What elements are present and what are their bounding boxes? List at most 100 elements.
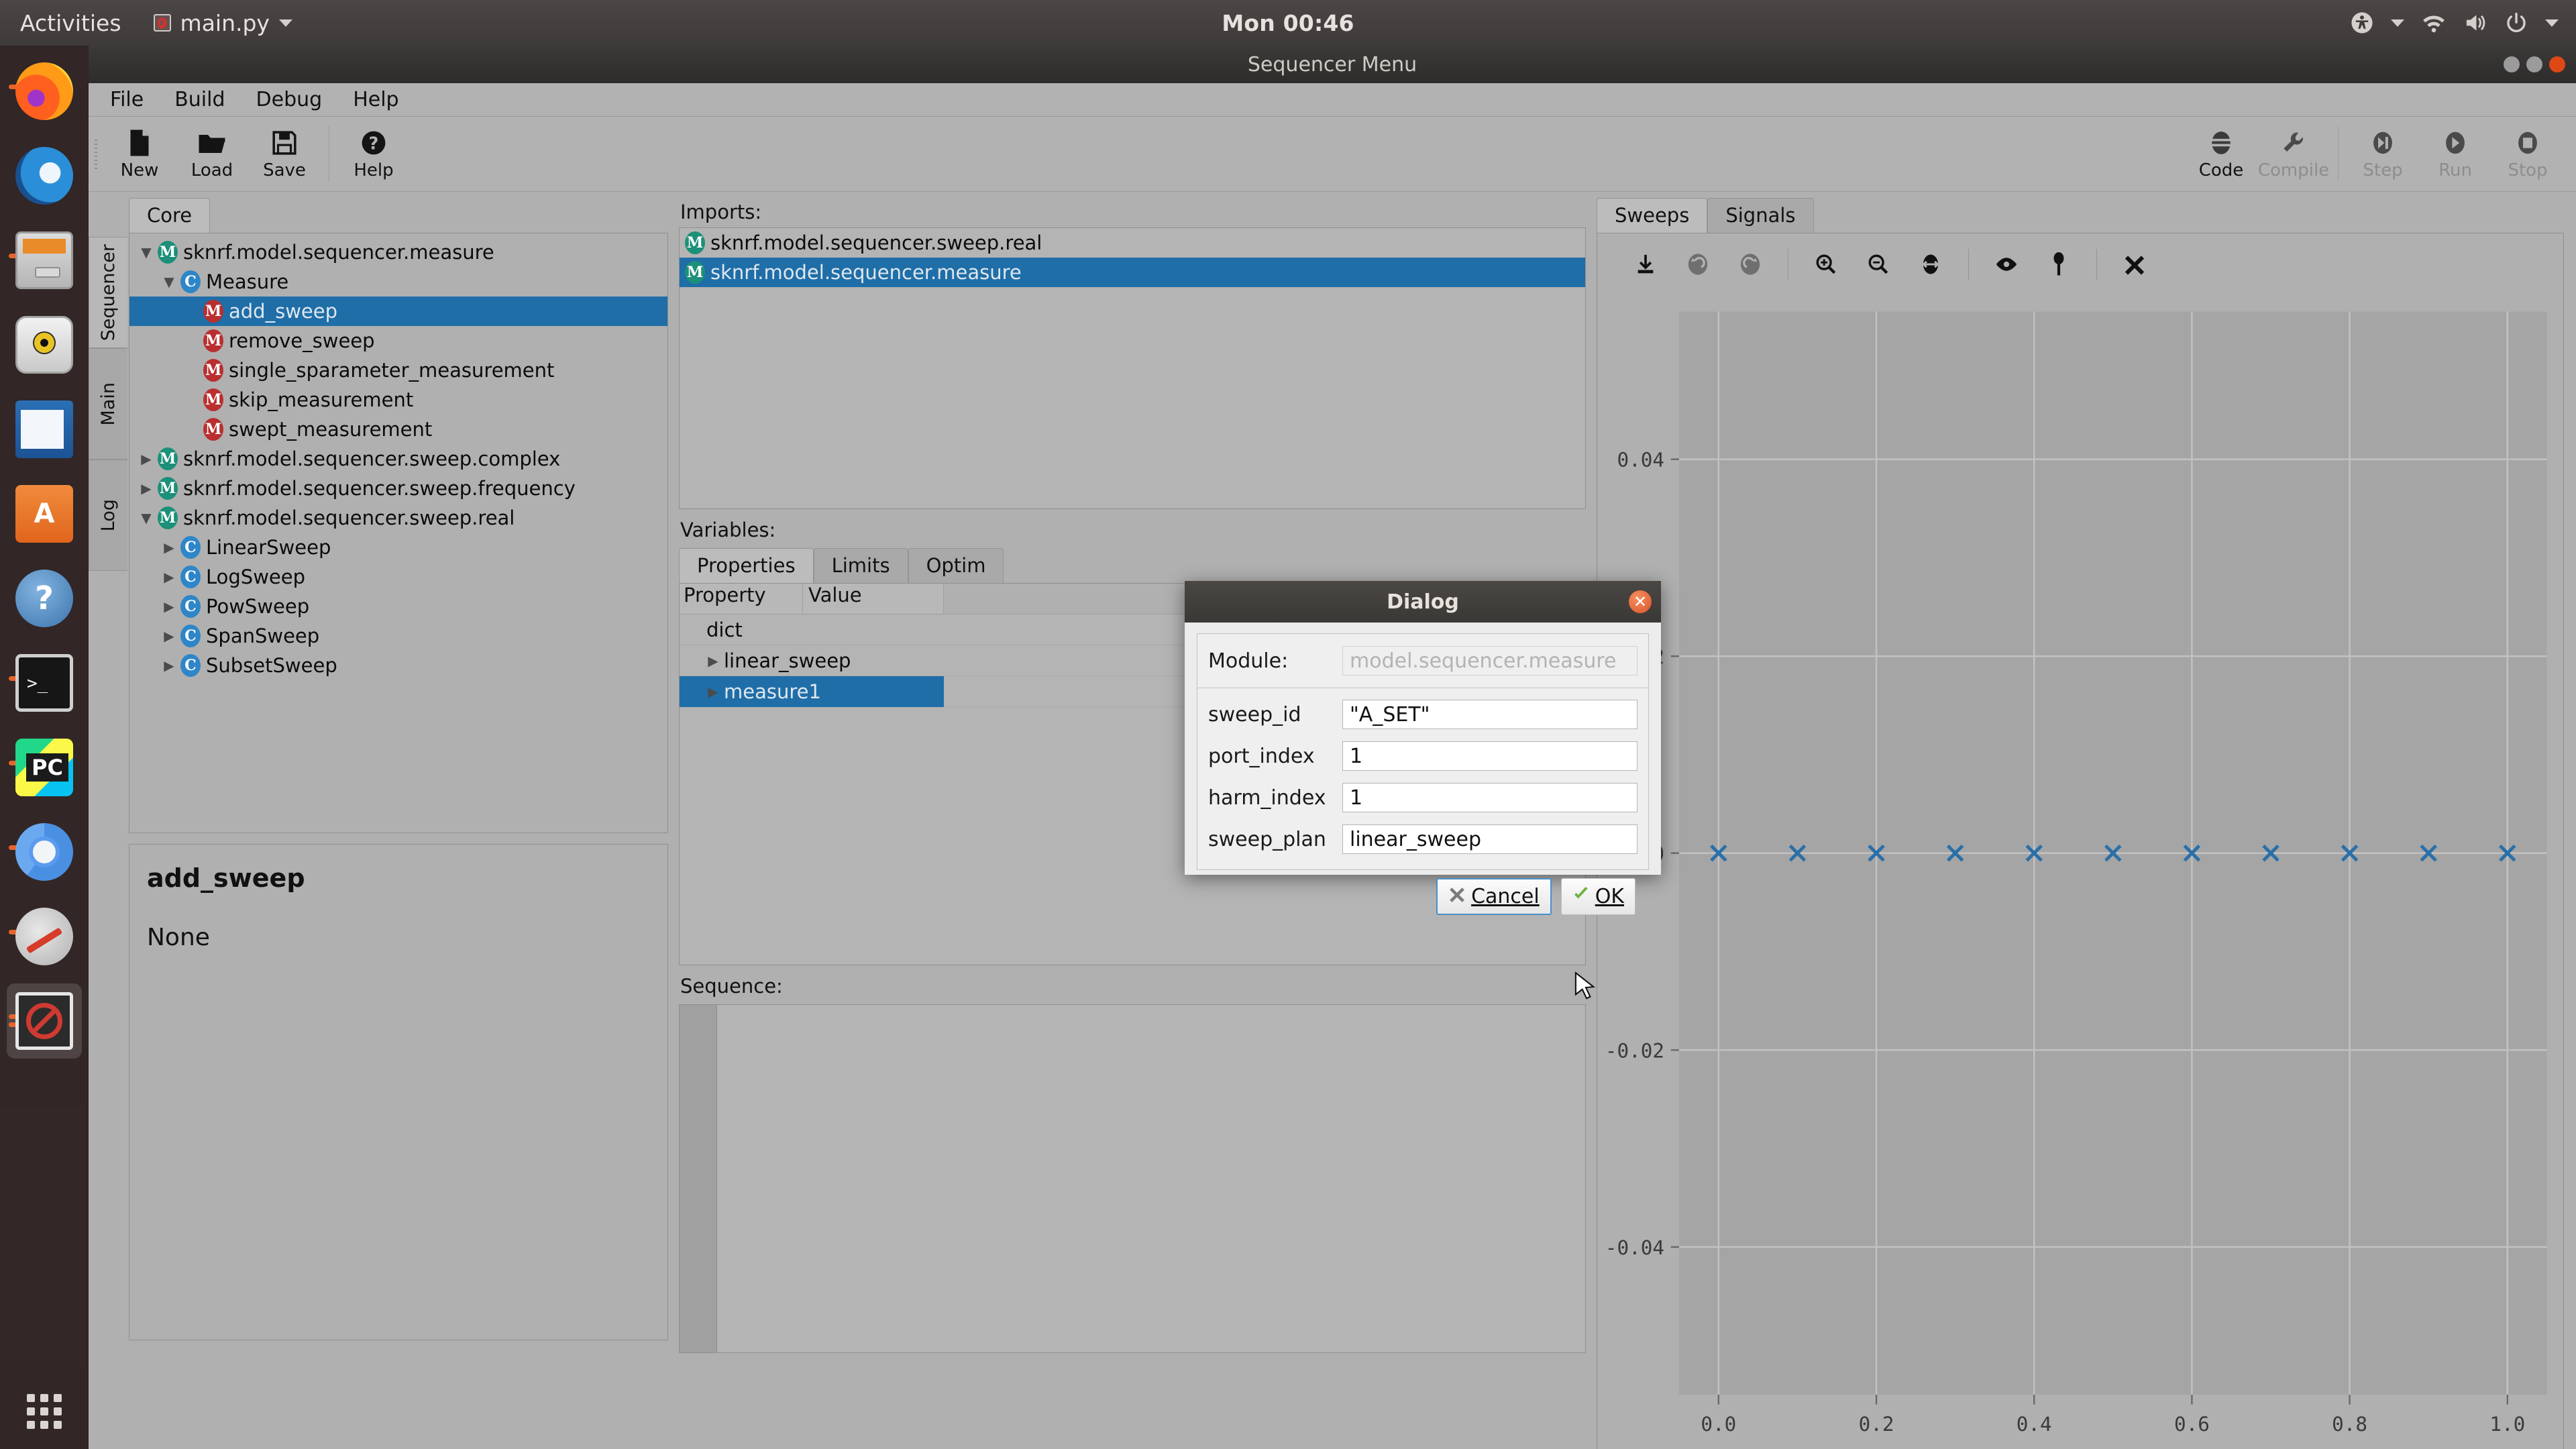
vtab-sequencer[interactable]: Sequencer (89, 237, 127, 348)
tab-limits[interactable]: Limits (813, 548, 908, 583)
chevron-down-icon[interactable]: ▼ (135, 510, 158, 526)
close-icon[interactable]: ✕ (1629, 590, 1652, 613)
tree-item[interactable]: Msingle_sparameter_measurement (129, 356, 667, 385)
dock-item-tweaks[interactable] (7, 899, 82, 974)
tree-item[interactable]: ▶ Msknrf.model.sequencer.sweep.complex (129, 444, 667, 474)
tab-properties[interactable]: Properties (679, 548, 814, 583)
menu-item-debug[interactable]: Debug (252, 87, 327, 113)
eye-icon[interactable] (1992, 250, 2021, 279)
redo-icon[interactable] (1735, 250, 1765, 279)
vtab-main[interactable]: Main (89, 348, 127, 460)
chevron-down-icon[interactable]: ▼ (158, 274, 180, 290)
chevron-down-icon[interactable] (2391, 19, 2404, 27)
vtab-log[interactable]: Log (89, 460, 127, 571)
new-button[interactable]: New (103, 117, 176, 191)
dock-item-terminal[interactable] (7, 645, 82, 720)
menu-item-file[interactable]: File (106, 87, 148, 113)
chevron-right-icon[interactable]: ▶ (158, 628, 180, 644)
tab-core[interactable]: Core (129, 198, 211, 233)
imports-list[interactable]: Msknrf.model.sequencer.sweep.real Msknrf.… (679, 227, 1586, 509)
power-icon[interactable] (2505, 11, 2528, 34)
dock-item-thunderbird[interactable] (7, 138, 82, 213)
module-input[interactable]: model.sequencer.measure (1342, 646, 1638, 676)
tree-item[interactable]: ▼ Msknrf.model.sequencer.measure (129, 237, 667, 267)
save-icon[interactable] (1631, 250, 1660, 279)
toolbar-grip[interactable] (89, 117, 103, 191)
dock-item-firefox[interactable] (7, 54, 82, 129)
module-tree[interactable]: ▼ Msknrf.model.sequencer.measure ▼ C Measure… (129, 233, 668, 833)
run-button[interactable]: Run (2419, 117, 2491, 191)
cancel-button[interactable]: Cancel (1436, 878, 1552, 915)
accessibility-icon[interactable] (2351, 11, 2373, 34)
tree-item[interactable]: ▶ Msknrf.model.sequencer.sweep.frequency (129, 474, 667, 503)
tree-item[interactable]: ▶ C SpanSweep (129, 621, 667, 651)
minimize-button[interactable] (2504, 56, 2520, 72)
clear-icon[interactable] (2120, 250, 2149, 279)
marker-icon[interactable] (2044, 250, 2074, 279)
chevron-right-icon[interactable]: ▶ (158, 598, 180, 614)
plot-area[interactable]: 0.040.020.00-0.02-0.040.00.20.40.60.81.0 (1597, 295, 2563, 1449)
wifi-icon[interactable] (2422, 13, 2446, 33)
tree-item[interactable]: ▶ C PowSweep (129, 592, 667, 621)
zoom-out-icon[interactable] (1864, 250, 1893, 279)
dock-item-files[interactable] (7, 223, 82, 298)
maximize-button[interactable] (2526, 56, 2542, 72)
tree-item[interactable]: Mremove_sweep (129, 326, 667, 356)
chevron-down-icon[interactable] (2545, 19, 2559, 27)
sweep-id-input[interactable]: "A_SET" (1342, 700, 1638, 729)
tab-optim[interactable]: Optim (908, 548, 1004, 583)
dock-item-software[interactable] (7, 476, 82, 551)
dock-item-libreoffice[interactable] (7, 392, 82, 467)
sknrf-icon (15, 992, 73, 1050)
chevron-right-icon[interactable]: ▶ (158, 539, 180, 555)
tree-item[interactable]: ▶ C LogSweep (129, 562, 667, 592)
load-button[interactable]: Load (176, 117, 248, 191)
tree-item[interactable]: ▶ C LinearSweep (129, 533, 667, 562)
chevron-right-icon[interactable]: ▶ (135, 451, 158, 467)
show-applications-button[interactable] (0, 1394, 89, 1429)
chevron-right-icon[interactable]: ▶ (135, 480, 158, 496)
chevron-right-icon[interactable]: ▶ (158, 657, 180, 674)
chevron-right-icon[interactable]: ▶ (702, 653, 724, 669)
port-index-input[interactable]: 1 (1342, 741, 1638, 771)
dock-item-pycharm[interactable] (7, 730, 82, 805)
dock-item-sknrf[interactable] (7, 983, 82, 1059)
dock-item-help[interactable] (7, 561, 82, 636)
close-button[interactable] (2549, 56, 2565, 72)
tab-sweeps[interactable]: Sweeps (1597, 198, 1708, 233)
sweep-plan-input[interactable]: linear_sweep (1342, 824, 1638, 854)
tree-item[interactable]: Madd_sweep (129, 297, 667, 326)
tree-item[interactable]: ▼ C Measure (129, 267, 667, 297)
tree-item[interactable]: ▶ C SubsetSweep (129, 651, 667, 680)
stop-button[interactable]: Stop (2491, 117, 2564, 191)
chevron-down-icon[interactable]: ▼ (135, 244, 158, 260)
tree-item[interactable]: ▼ Msknrf.model.sequencer.sweep.real (129, 503, 667, 533)
code-button[interactable]: Code (2185, 117, 2257, 191)
chevron-right-icon[interactable]: ▶ (158, 569, 180, 585)
imports-item[interactable]: Msknrf.model.sequencer.sweep.real (680, 228, 1585, 258)
app-menu-button[interactable]: main.py (153, 10, 292, 36)
help-button[interactable]: ? Help (337, 117, 410, 191)
ok-button[interactable]: OK (1560, 878, 1635, 915)
undo-icon[interactable] (1683, 250, 1713, 279)
dock-item-chromium[interactable] (7, 814, 82, 890)
variables-property-label: linear_sweep (724, 649, 851, 672)
tab-signals[interactable]: Signals (1707, 198, 1814, 233)
fit-width-icon[interactable] (1916, 250, 1945, 279)
chevron-right-icon[interactable]: ▶ (702, 684, 724, 700)
compile-button[interactable]: Compile (2257, 117, 2330, 191)
menu-item-build[interactable]: Build (170, 87, 229, 113)
zoom-in-icon[interactable] (1811, 250, 1841, 279)
tree-item[interactable]: Mswept_measurement (129, 415, 667, 444)
dock-item-rhythmbox[interactable] (7, 307, 82, 382)
class-badge-icon: C (180, 654, 201, 677)
step-button[interactable]: Step (2347, 117, 2419, 191)
tree-item[interactable]: Mskip_measurement (129, 385, 667, 415)
volume-icon[interactable] (2463, 12, 2487, 34)
sequence-editor[interactable] (679, 1004, 1586, 1353)
menu-item-help[interactable]: Help (349, 87, 402, 113)
activities-button[interactable]: Activities (20, 10, 121, 36)
save-button[interactable]: Save (248, 117, 321, 191)
imports-item[interactable]: Msknrf.model.sequencer.measure (680, 258, 1585, 287)
harm-index-input[interactable]: 1 (1342, 783, 1638, 812)
